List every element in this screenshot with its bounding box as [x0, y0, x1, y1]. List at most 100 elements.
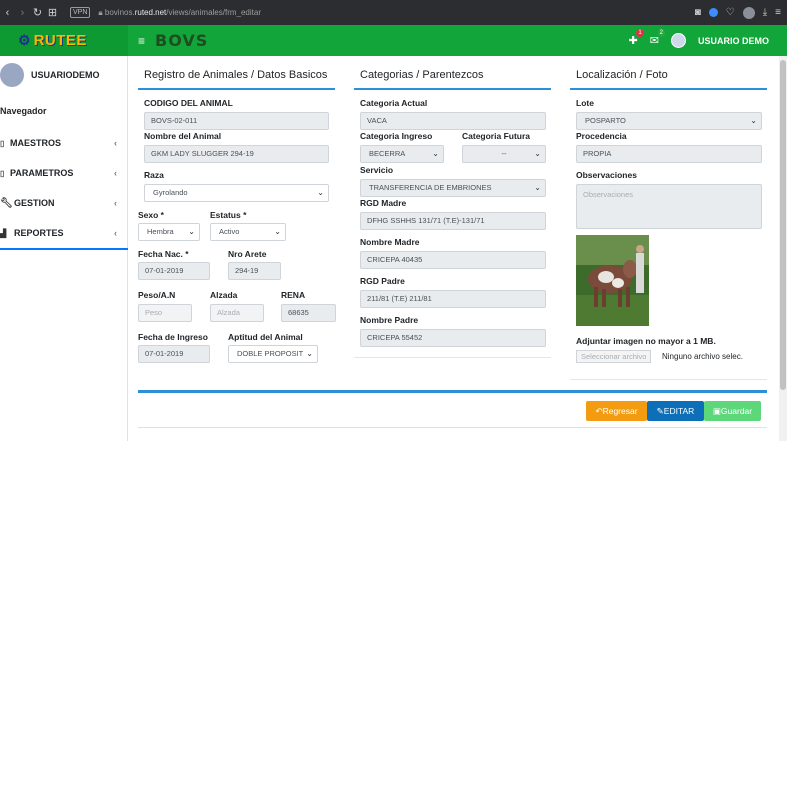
camera-icon[interactable]: ◙: [695, 7, 701, 18]
observaciones-label: Observaciones: [576, 170, 637, 180]
nombre-padre-label: Nombre Padre: [360, 315, 419, 325]
avatar[interactable]: [670, 33, 686, 48]
notifications-icon[interactable]: ✚ 1: [629, 29, 644, 47]
observaciones-textarea[interactable]: Observaciones: [576, 184, 762, 229]
url-domain: ruted.net: [134, 7, 167, 17]
categoria-ingreso-select[interactable]: BECERRA ⌄: [360, 145, 444, 163]
document-icon: ▯: [0, 168, 5, 178]
scrollbar-thumb[interactable]: [780, 60, 786, 390]
sexo-select[interactable]: Hembra ⌄: [138, 223, 200, 241]
hamburger-icon[interactable]: ≡: [138, 34, 145, 48]
sidebar-item-gestion[interactable]: 🔧︎ GESTION ‹: [0, 188, 127, 218]
sidebar-item-reportes[interactable]: ▟ REPORTES ‹: [0, 218, 127, 248]
nro-arete-label: Nro Arete: [228, 249, 267, 259]
rgd-madre-label: RGD Madre: [360, 198, 407, 208]
page-scrollbar[interactable]: [779, 56, 787, 441]
lock-icon: 🔒︎: [98, 7, 103, 17]
profile-icon[interactable]: [742, 6, 755, 19]
sidebar-user: USUARIODEMO: [0, 56, 127, 94]
heart-icon[interactable]: ♡: [726, 7, 735, 18]
alzada-input[interactable]: Alzada: [210, 304, 264, 322]
cow-image: [576, 235, 649, 326]
menu-icon[interactable]: ≡: [775, 7, 781, 18]
lote-select[interactable]: POSPARTO ⌄: [576, 112, 762, 130]
download-icon[interactable]: ⤓: [763, 7, 767, 18]
chevron-down-icon: ⌄: [188, 227, 195, 236]
lote-label: Lote: [576, 98, 594, 108]
forward-icon[interactable]: ›: [15, 7, 30, 19]
chevron-down-icon: ⌄: [432, 149, 439, 158]
sidebar-divider: [0, 248, 128, 250]
sexo-value: Hembra: [147, 227, 174, 236]
mail-badge: 2: [657, 29, 665, 37]
nombre-label: Nombre del Animal: [144, 131, 222, 141]
sidebar-nav-header: Navegador: [0, 106, 47, 116]
chevron-down-icon: ⌄: [750, 116, 757, 125]
vpn-badge[interactable]: VPN: [70, 7, 91, 18]
raza-label: Raza: [144, 170, 164, 180]
avatar: [0, 63, 24, 87]
app-frame: ‹ › ↻ ⊞ VPN 🔒︎ bovinos.ruted.net/views/a…: [0, 0, 787, 441]
sidebar-item-label: PARAMETROS: [10, 168, 74, 178]
fecha-ingreso-label: Fecha de Ingreso: [138, 332, 208, 342]
nombre-padre-input[interactable]: CRICEPA 55452: [360, 329, 546, 347]
fecha-nac-label: Fecha Nac. *: [138, 249, 189, 259]
nombre-input[interactable]: GKM LADY SLUGGER 294-19: [144, 145, 329, 163]
peso-label: Peso/A.N: [138, 290, 176, 300]
categoria-ingreso-value: BECERRA: [369, 149, 406, 158]
chevron-down-icon: ⌄: [274, 227, 281, 236]
address-bar[interactable]: 🔒︎ bovinos.ruted.net/views/animales/frm_…: [98, 8, 261, 18]
rena-input[interactable]: 68635: [281, 304, 336, 322]
shield-icon[interactable]: [708, 8, 718, 17]
guardar-button[interactable]: ▣Guardar: [704, 401, 761, 421]
categoria-actual-input[interactable]: VACA: [360, 112, 546, 130]
section-divider: [570, 88, 767, 90]
codigo-label: CODIGO DEL ANIMAL: [144, 98, 233, 108]
sidebar-item-parametros[interactable]: ▯ PARAMETROS ‹: [0, 158, 127, 188]
lote-value: POSPARTO: [585, 116, 626, 125]
brand-logo[interactable]: ⚙ RUTEE: [0, 25, 128, 56]
section-divider: [354, 88, 551, 90]
save-icon: ▣: [712, 406, 721, 416]
editar-button[interactable]: ✎EDITAR: [647, 401, 704, 421]
estatus-label: Estatus *: [210, 210, 247, 220]
sidebar-item-label: REPORTES: [14, 228, 64, 238]
file-status: Ninguno archivo selec.: [662, 352, 743, 361]
categoria-futura-select[interactable]: -- ⌄: [462, 145, 546, 163]
tabs-grid-icon[interactable]: ⊞: [45, 6, 60, 19]
fecha-nac-input[interactable]: 07-01-2019: [138, 262, 210, 280]
regresar-button[interactable]: ↶Regresar: [586, 401, 647, 421]
estatus-select[interactable]: Activo ⌄: [210, 223, 286, 241]
sidebar: USUARIODEMO Navegador ▯ MAESTROS ‹ ▯ PAR…: [0, 56, 128, 441]
codigo-input[interactable]: BOVS-02-011: [144, 112, 329, 130]
fecha-ingreso-input[interactable]: 07-01-2019: [138, 345, 210, 363]
aptitud-value: DOBLE PROPOSIT: [237, 349, 304, 358]
document-icon: ▯: [0, 138, 5, 148]
back-icon[interactable]: ‹: [0, 7, 15, 19]
user-menu[interactable]: USUARIO DEMO: [698, 36, 769, 46]
choose-file-button[interactable]: Seleccionar archivo: [576, 350, 652, 363]
chevron-left-icon: ‹: [114, 168, 117, 178]
rgd-padre-input[interactable]: 211/81 (T.E) 211/81: [360, 290, 546, 308]
procedencia-input[interactable]: PROPIA: [576, 145, 762, 163]
section-title-basic: Registro de Animales / Datos Basicos: [144, 69, 328, 81]
sidebar-username[interactable]: USUARIODEMO: [31, 70, 100, 80]
servicio-select[interactable]: TRANSFERENCIA DE EMBRIONES ⌄: [360, 179, 546, 197]
peso-input[interactable]: Peso: [138, 304, 192, 322]
editar-label: EDITAR: [663, 406, 695, 416]
sidebar-item-label: MAESTROS: [10, 138, 62, 148]
bar-chart-icon: ▟: [0, 228, 7, 238]
url-prefix: bovinos.: [104, 7, 135, 17]
sexo-label: Sexo *: [138, 210, 164, 220]
reload-icon[interactable]: ↻: [30, 6, 45, 19]
rena-label: RENA: [281, 290, 306, 300]
nombre-madre-input[interactable]: CRICEPA 40435: [360, 251, 546, 269]
sidebar-item-maestros[interactable]: ▯ MAESTROS ‹: [0, 128, 127, 158]
aptitud-select[interactable]: DOBLE PROPOSIT ⌄: [228, 345, 318, 363]
mail-icon[interactable]: ✉ 2: [650, 29, 665, 47]
raza-select[interactable]: Gyrolando ⌄: [144, 184, 329, 202]
categoria-actual-label: Categoria Actual: [360, 98, 428, 108]
nro-arete-input[interactable]: 294-19: [228, 262, 281, 280]
rgd-madre-input[interactable]: DFHG SSHHS 131/71 (T.E)-131/71: [360, 212, 546, 230]
regresar-label: Regresar: [602, 406, 638, 416]
